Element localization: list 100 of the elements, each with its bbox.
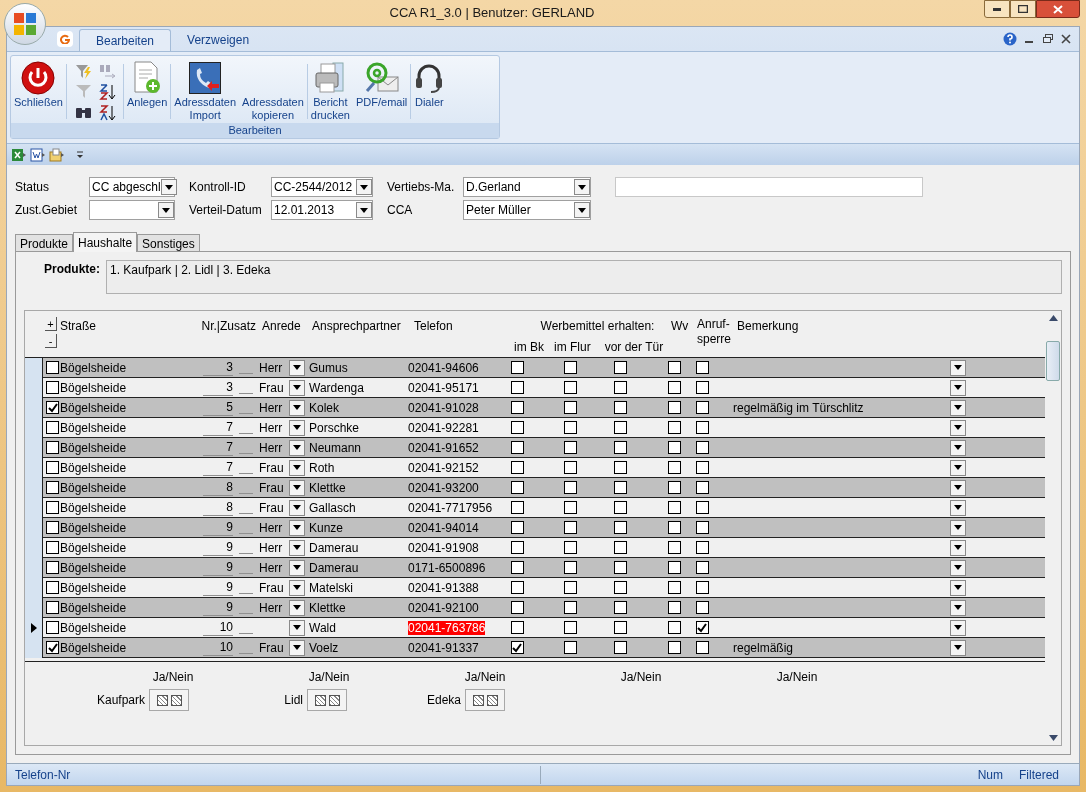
- checkbox[interactable]: [667, 381, 681, 394]
- checkbox[interactable]: [667, 601, 681, 614]
- checkbox[interactable]: [613, 641, 627, 654]
- checkbox[interactable]: [563, 381, 577, 394]
- dropdown-button[interactable]: [950, 399, 966, 416]
- sort-descending-icon[interactable]: [98, 104, 117, 122]
- text-field[interactable]: [615, 177, 923, 197]
- dropdown-button[interactable]: [950, 519, 966, 536]
- checkbox[interactable]: [613, 541, 627, 554]
- maximize-button[interactable]: [1010, 0, 1036, 18]
- dropdown-button[interactable]: [289, 359, 305, 376]
- checkbox[interactable]: [510, 441, 524, 454]
- combo-box[interactable]: D.Gerland: [463, 177, 591, 197]
- checkbox[interactable]: [695, 521, 709, 534]
- dropdown-button[interactable]: [950, 359, 966, 376]
- checkbox[interactable]: [613, 581, 627, 594]
- table-row[interactable]: Bögelsheide 7 Herr Porschke 02041-92281: [43, 418, 1045, 438]
- checkbox[interactable]: [563, 521, 577, 534]
- checkbox[interactable]: [667, 541, 681, 554]
- checkbox[interactable]: [563, 581, 577, 594]
- table-row[interactable]: Bögelsheide 3 Frau Wardenga 02041-95171: [43, 378, 1045, 398]
- checkbox[interactable]: [613, 381, 627, 394]
- checkbox[interactable]: [510, 521, 524, 534]
- checkbox[interactable]: [46, 621, 59, 634]
- dropdown-button[interactable]: [289, 399, 305, 416]
- dropdown-button[interactable]: [950, 539, 966, 556]
- ribbon-button[interactable]: Schließen: [11, 60, 66, 123]
- checkbox[interactable]: [613, 501, 627, 514]
- table-row[interactable]: Bögelsheide 9 Herr Damerau 0171-6500896: [43, 558, 1045, 578]
- ribbon-tab[interactable]: Bearbeiten: [79, 29, 172, 51]
- checkbox[interactable]: [695, 561, 709, 574]
- checkbox[interactable]: [563, 481, 577, 494]
- text-field[interactable]: 1. Kaufpark | 2. Lidl | 3. Edeka: [106, 260, 1062, 294]
- tab[interactable]: Produkte: [15, 234, 74, 251]
- record-selector[interactable]: [25, 638, 43, 658]
- dropdown-button[interactable]: [158, 202, 174, 218]
- dropdown-button[interactable]: [950, 419, 966, 436]
- dropdown-button[interactable]: [950, 559, 966, 576]
- checkbox[interactable]: [667, 561, 681, 574]
- checkbox[interactable]: [46, 501, 59, 514]
- checkbox[interactable]: [667, 581, 681, 594]
- checkbox[interactable]: [46, 481, 59, 494]
- checkbox[interactable]: [563, 641, 577, 654]
- checkbox[interactable]: [695, 421, 709, 434]
- checkbox[interactable]: [46, 401, 59, 414]
- checkbox[interactable]: [695, 361, 709, 374]
- yes-no-toggle[interactable]: [307, 689, 347, 711]
- checkbox[interactable]: [510, 561, 524, 574]
- checkbox[interactable]: [563, 541, 577, 554]
- checkbox[interactable]: [46, 581, 59, 594]
- checkbox[interactable]: [695, 621, 709, 634]
- table-row[interactable]: Bögelsheide 3 Herr Gumus 02041-94606: [43, 358, 1045, 378]
- checkbox[interactable]: [563, 601, 577, 614]
- checkbox[interactable]: [613, 461, 627, 474]
- checkbox[interactable]: [667, 501, 681, 514]
- checkbox[interactable]: [563, 461, 577, 474]
- checkbox[interactable]: [563, 421, 577, 434]
- combo-box[interactable]: CC-2544/2012: [271, 177, 373, 197]
- dropdown-button[interactable]: [574, 179, 590, 195]
- checkbox[interactable]: [46, 361, 59, 374]
- table-row[interactable]: Bögelsheide 9 Herr Klettke 02041-92100: [43, 598, 1045, 618]
- checkbox[interactable]: [510, 581, 524, 594]
- checkbox[interactable]: [563, 561, 577, 574]
- table-row[interactable]: Bögelsheide 10 Frau Voelz 02041-91337 regelmäßig: [43, 638, 1045, 658]
- checkbox[interactable]: [695, 481, 709, 494]
- checkbox[interactable]: [613, 481, 627, 494]
- checkbox[interactable]: [613, 361, 627, 374]
- dropdown-button[interactable]: [289, 459, 305, 476]
- checkbox[interactable]: [695, 501, 709, 514]
- word-export-icon[interactable]: [30, 147, 46, 162]
- checkbox[interactable]: [695, 601, 709, 614]
- ribbon-button[interactable]: Anlegen: [123, 60, 171, 123]
- checkbox[interactable]: [695, 641, 709, 654]
- excel-export-icon[interactable]: [11, 147, 27, 162]
- number-field[interactable]: 8: [203, 499, 233, 516]
- ribbon-tab[interactable]: Verzweigen: [171, 29, 266, 51]
- number-field[interactable]: 7: [203, 439, 233, 456]
- number-field[interactable]: 9: [203, 539, 233, 556]
- checkbox[interactable]: [695, 401, 709, 414]
- number-field[interactable]: 10: [203, 639, 233, 656]
- checkbox[interactable]: [510, 541, 524, 554]
- checkbox[interactable]: [613, 401, 627, 414]
- minimize-button[interactable]: [984, 0, 1010, 18]
- number-field[interactable]: 9: [203, 559, 233, 576]
- checkbox[interactable]: [695, 381, 709, 394]
- table-row[interactable]: Bögelsheide 10 Wald 02041-763786: [43, 618, 1045, 638]
- checkbox[interactable]: [667, 401, 681, 414]
- checkbox[interactable]: [46, 641, 59, 654]
- ribbon-button[interactable]: Bericht drucken: [307, 60, 353, 123]
- checkbox[interactable]: [563, 501, 577, 514]
- table-row[interactable]: Bögelsheide 8 Frau Klettke 02041-93200: [43, 478, 1045, 498]
- checkbox[interactable]: [695, 581, 709, 594]
- ribbon-button[interactable]: Adressdaten Import: [171, 60, 240, 123]
- checkbox[interactable]: [563, 401, 577, 414]
- checkbox[interactable]: [613, 421, 627, 434]
- dropdown-button[interactable]: [356, 202, 372, 218]
- dropdown-button[interactable]: [950, 439, 966, 456]
- checkbox[interactable]: [613, 601, 627, 614]
- number-field[interactable]: 8: [203, 479, 233, 496]
- dropdown-button[interactable]: [356, 179, 372, 195]
